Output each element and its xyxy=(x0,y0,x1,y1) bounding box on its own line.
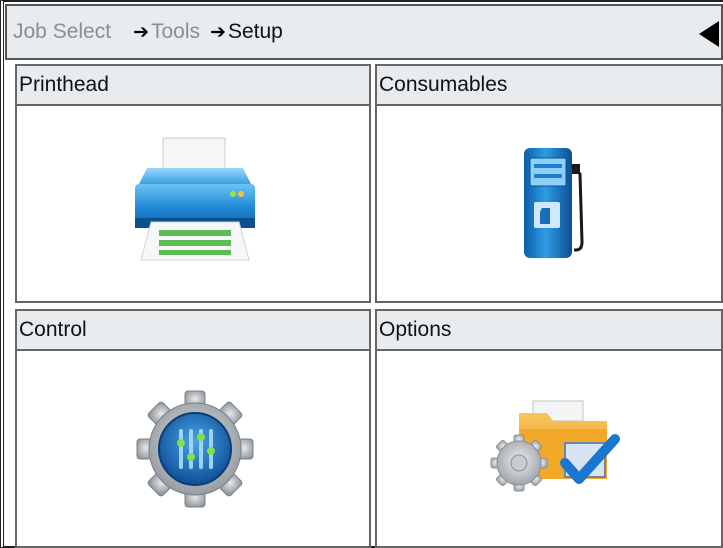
back-button[interactable] xyxy=(695,19,721,49)
arrow-right-icon: ➔ xyxy=(210,21,226,43)
breadcrumb-job-select[interactable]: Job Select xyxy=(13,20,111,44)
tile-body xyxy=(17,106,369,301)
options-tile[interactable]: Options xyxy=(375,309,723,548)
tile-title: Consumables xyxy=(377,66,721,106)
gear-sliders-icon xyxy=(136,390,254,508)
tile-body xyxy=(377,106,721,301)
fuel-pump-icon xyxy=(524,148,584,258)
tile-title: Options xyxy=(377,311,721,351)
tile-title: Control xyxy=(17,311,369,351)
breadcrumb-tools[interactable]: Tools xyxy=(151,20,200,44)
folder-gear-check-icon xyxy=(490,400,620,492)
tile-body xyxy=(377,351,721,546)
printhead-tile[interactable]: Printhead xyxy=(15,64,371,303)
arrow-right-icon: ➔ xyxy=(133,21,149,43)
tile-body xyxy=(17,351,369,546)
tile-title: Printhead xyxy=(17,66,369,106)
breadcrumb: Job Select ➔ Tools ➔ Setup xyxy=(7,20,283,44)
printer-icon xyxy=(135,137,255,261)
control-tile[interactable]: Control xyxy=(15,309,371,548)
breadcrumb-setup: Setup xyxy=(227,20,283,43)
top-bar: Job Select ➔ Tools ➔ Setup xyxy=(5,4,723,60)
consumables-tile[interactable]: Consumables xyxy=(375,64,723,303)
